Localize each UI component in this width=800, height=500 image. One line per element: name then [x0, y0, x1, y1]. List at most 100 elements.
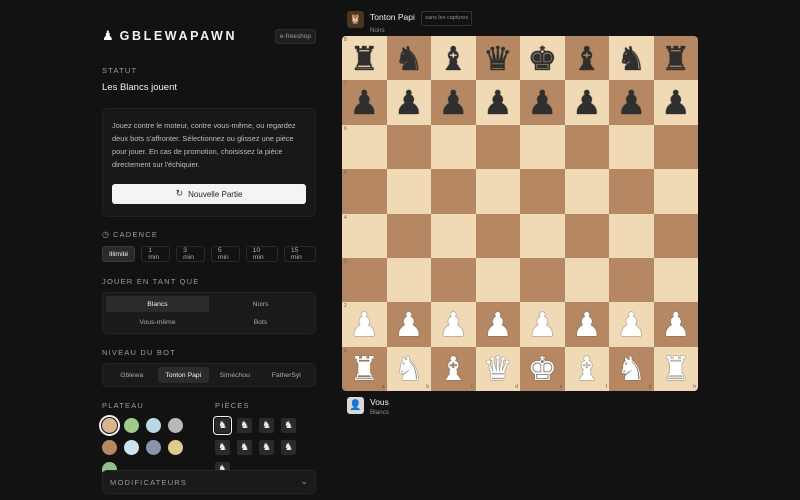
- bot-level-option[interactable]: Tonton Papi: [157, 367, 209, 383]
- board-color-swatch[interactable]: [168, 418, 183, 433]
- white-bishop-icon[interactable]: ♝: [572, 352, 602, 385]
- board-square[interactable]: ♝: [564, 36, 609, 81]
- white-pawn-icon[interactable]: ♟: [572, 308, 602, 341]
- board-square[interactable]: ♟: [520, 302, 565, 347]
- cadence-option[interactable]: 1 min: [141, 246, 171, 262]
- white-queen-icon[interactable]: ♛: [483, 352, 513, 385]
- board-square[interactable]: 5: [342, 169, 387, 214]
- board-square[interactable]: [475, 257, 520, 303]
- new-game-button[interactable]: ↻ Nouvelle Partie: [112, 184, 306, 204]
- board-square[interactable]: g ♞: [609, 346, 654, 391]
- board-square[interactable]: 8 ♜: [342, 36, 387, 81]
- board-square[interactable]: [431, 124, 476, 170]
- board-color-swatch[interactable]: [99, 415, 120, 436]
- board-square[interactable]: ♟: [653, 302, 698, 347]
- board-square[interactable]: ♜: [653, 36, 698, 81]
- board-square[interactable]: [475, 213, 520, 258]
- board-square[interactable]: ♞: [386, 36, 431, 81]
- modifiers-toggle[interactable]: MODIFICATEURS ⌄: [102, 470, 316, 494]
- cadence-option[interactable]: 5 min: [210, 246, 240, 262]
- board-square[interactable]: [520, 213, 565, 258]
- black-pawn-icon[interactable]: ♟: [438, 86, 468, 119]
- play-as-option[interactable]: Noirs: [209, 296, 312, 312]
- board-square[interactable]: ♟: [564, 302, 609, 347]
- black-pawn-icon[interactable]: ♟: [572, 86, 602, 119]
- board-square[interactable]: ♚: [520, 36, 565, 81]
- black-rook-icon[interactable]: ♜: [349, 42, 379, 75]
- board-square[interactable]: [431, 257, 476, 303]
- board-square[interactable]: ♟: [564, 80, 609, 125]
- black-rook-icon[interactable]: ♜: [661, 42, 691, 75]
- board-square[interactable]: [520, 257, 565, 303]
- board-square[interactable]: h ♜: [653, 346, 698, 391]
- board-square[interactable]: [653, 213, 698, 258]
- board-square[interactable]: ♟: [475, 80, 520, 125]
- board-square[interactable]: d ♛: [475, 346, 520, 391]
- knight-icon[interactable]: ♞: [213, 416, 232, 435]
- cadence-option[interactable]: 3 min: [176, 246, 205, 262]
- board-square[interactable]: ♟: [431, 80, 476, 125]
- white-rook-icon[interactable]: ♜: [349, 352, 379, 385]
- board-square[interactable]: ♟: [475, 302, 520, 347]
- black-pawn-icon[interactable]: ♟: [616, 86, 646, 119]
- knight-icon[interactable]: ♞: [281, 440, 296, 455]
- knight-icon[interactable]: ♞: [281, 418, 296, 433]
- white-pawn-icon[interactable]: ♟: [483, 308, 513, 341]
- black-pawn-icon[interactable]: ♟: [661, 86, 691, 119]
- bot-level-option[interactable]: FatherSyl: [261, 367, 313, 383]
- board-square[interactable]: [609, 213, 654, 258]
- board-square[interactable]: [386, 124, 431, 170]
- black-knight-icon[interactable]: ♞: [616, 42, 646, 75]
- black-queen-icon[interactable]: ♛: [483, 42, 513, 75]
- knight-icon[interactable]: ♞: [237, 440, 252, 455]
- board-square[interactable]: ♟: [609, 302, 654, 347]
- cadence-option[interactable]: 15 min: [283, 246, 316, 262]
- board-square[interactable]: ♟: [609, 80, 654, 125]
- board-square[interactable]: 6: [342, 124, 387, 170]
- knight-icon[interactable]: ♞: [215, 440, 230, 455]
- white-pawn-icon[interactable]: ♟: [349, 308, 379, 341]
- board-square[interactable]: [564, 169, 609, 214]
- white-knight-icon[interactable]: ♞: [616, 352, 646, 385]
- board-square[interactable]: ♟: [386, 302, 431, 347]
- board-square[interactable]: [475, 169, 520, 214]
- play-as-option[interactable]: Bots: [209, 314, 312, 330]
- board-square[interactable]: 3: [342, 257, 387, 303]
- black-king-icon[interactable]: ♚: [527, 42, 557, 75]
- board-square[interactable]: [653, 169, 698, 214]
- board-square[interactable]: [520, 169, 565, 214]
- board-square[interactable]: [564, 213, 609, 258]
- black-pawn-icon[interactable]: ♟: [394, 86, 424, 119]
- board-square[interactable]: [564, 124, 609, 170]
- board-color-swatch[interactable]: [146, 440, 161, 455]
- board-square[interactable]: 1 a ♜: [342, 346, 387, 391]
- black-pawn-icon[interactable]: ♟: [349, 86, 379, 119]
- board-square[interactable]: [386, 213, 431, 258]
- cadence-option[interactable]: 10 min: [245, 246, 278, 262]
- board-color-swatch[interactable]: [168, 440, 183, 455]
- board-square[interactable]: ♝: [431, 36, 476, 81]
- black-pawn-icon[interactable]: ♟: [483, 86, 513, 119]
- brand[interactable]: ♟ GBLEWAPAWN: [102, 29, 237, 43]
- play-as-option[interactable]: Blancs: [106, 296, 209, 312]
- board-square[interactable]: [520, 124, 565, 170]
- knight-icon[interactable]: ♞: [259, 440, 274, 455]
- board-color-swatch[interactable]: [124, 440, 139, 455]
- shop-link[interactable]: e-freeshop: [274, 28, 316, 44]
- board-square[interactable]: ♟: [653, 80, 698, 125]
- play-as-option[interactable]: Vous-même: [106, 314, 209, 330]
- white-rook-icon[interactable]: ♜: [661, 352, 691, 385]
- white-bishop-icon[interactable]: ♝: [438, 352, 468, 385]
- white-pawn-icon[interactable]: ♟: [661, 308, 691, 341]
- knight-icon[interactable]: ♞: [237, 418, 252, 433]
- board-square[interactable]: [386, 257, 431, 303]
- knight-icon[interactable]: ♞: [259, 418, 274, 433]
- black-pawn-icon[interactable]: ♟: [527, 86, 557, 119]
- board-square[interactable]: ♟: [431, 302, 476, 347]
- board-square[interactable]: 2 ♟: [342, 302, 387, 347]
- board-square[interactable]: [564, 257, 609, 303]
- white-pawn-icon[interactable]: ♟: [394, 308, 424, 341]
- board-square[interactable]: [653, 257, 698, 303]
- white-king-icon[interactable]: ♚: [527, 352, 557, 385]
- board-color-swatch[interactable]: [146, 418, 161, 433]
